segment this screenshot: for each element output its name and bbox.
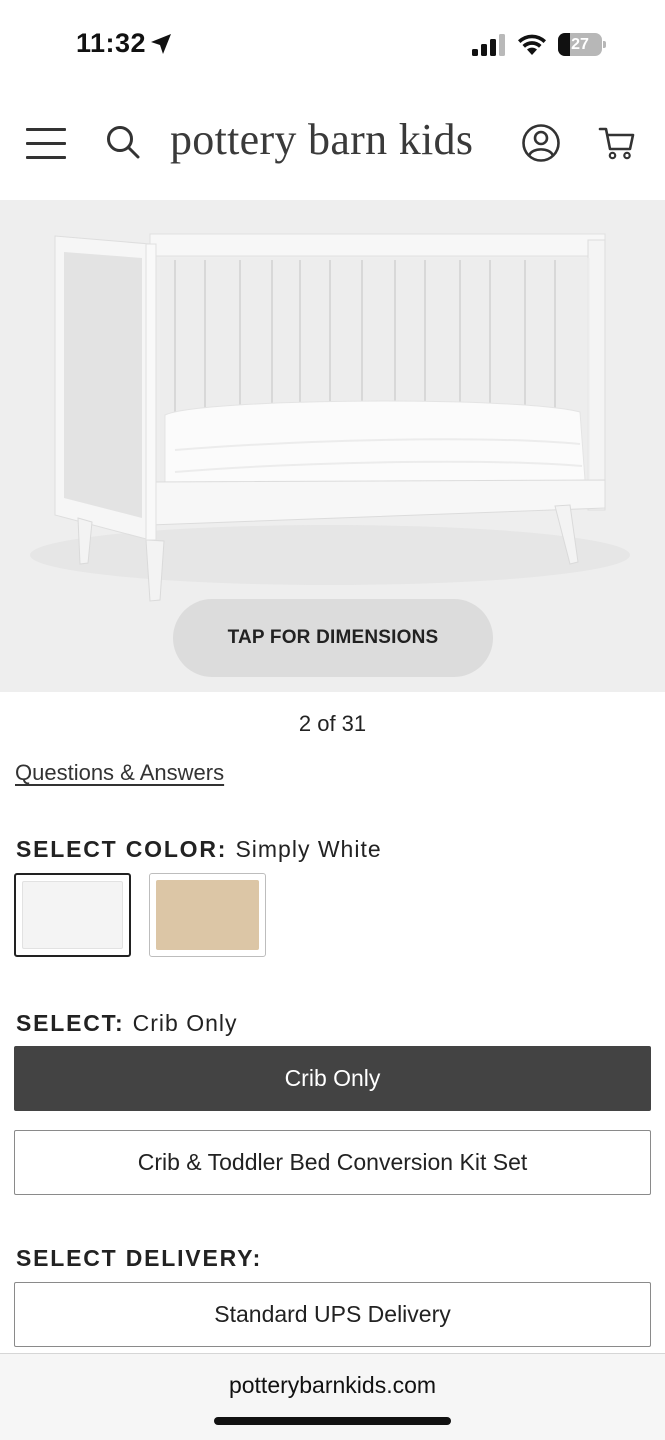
menu-icon[interactable] bbox=[26, 126, 66, 160]
select-config-value: Crib Only bbox=[132, 1010, 238, 1036]
wifi-icon bbox=[518, 34, 546, 55]
tap-for-dimensions-button[interactable]: TAP FOR DIMENSIONS bbox=[173, 599, 493, 677]
location-arrow-icon bbox=[151, 34, 171, 54]
browser-address-bar[interactable]: potterybarnkids.com bbox=[0, 1353, 665, 1440]
status-bar: 11:32 27 bbox=[0, 0, 665, 92]
image-counter: 2 of 31 bbox=[298, 711, 367, 736]
home-indicator[interactable] bbox=[214, 1417, 451, 1425]
cart-icon[interactable] bbox=[598, 124, 636, 162]
conversion-kit-button[interactable]: Crib & Toddler Bed Conversion Kit Set bbox=[14, 1130, 651, 1195]
color-swatch-simply-white[interactable] bbox=[14, 873, 131, 957]
select-config-heading: SELECT: bbox=[16, 1010, 125, 1036]
search-icon[interactable] bbox=[105, 124, 141, 160]
cellular-signal-icon bbox=[472, 34, 505, 56]
questions-answers-link[interactable]: Questions & Answers bbox=[15, 760, 224, 786]
select-color-heading: SELECT COLOR: bbox=[16, 836, 228, 862]
select-config-label: SELECT: Crib Only bbox=[16, 1010, 238, 1037]
select-color-label: SELECT COLOR: Simply White bbox=[16, 836, 382, 863]
product-image[interactable]: TAP FOR DIMENSIONS bbox=[0, 200, 665, 692]
battery-level: 27 bbox=[571, 36, 589, 53]
select-delivery-label: SELECT DELIVERY: bbox=[16, 1245, 262, 1272]
brand-logo[interactable]: pottery barn kids bbox=[170, 114, 473, 165]
site-header: pottery barn kids bbox=[0, 96, 665, 196]
select-color-value: Simply White bbox=[235, 836, 382, 862]
select-delivery-heading: SELECT DELIVERY: bbox=[16, 1245, 263, 1271]
browser-url[interactable]: potterybarnkids.com bbox=[0, 1372, 665, 1399]
standard-ups-delivery-button[interactable]: Standard UPS Delivery bbox=[14, 1282, 651, 1347]
account-icon[interactable] bbox=[521, 123, 561, 163]
color-swatch-natural[interactable] bbox=[149, 873, 266, 957]
status-time: 11:32 bbox=[76, 28, 147, 58]
crib-only-button[interactable]: Crib Only bbox=[14, 1046, 651, 1111]
battery-icon: 27 bbox=[558, 33, 606, 56]
